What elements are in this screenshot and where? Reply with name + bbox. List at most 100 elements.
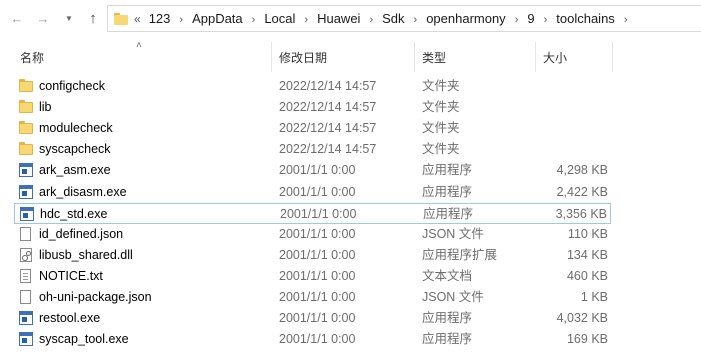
file-name: configcheck: [39, 79, 106, 93]
file-type: 应用程序: [422, 332, 473, 347]
file-row[interactable]: restool.exe 2001/1/1 0:00 应用程序 4,032 KB: [14, 308, 611, 329]
chevron-right-icon[interactable]: ›: [544, 14, 548, 26]
folder-icon: [19, 79, 33, 93]
file-size: 2,422 KB: [556, 184, 608, 199]
file-row[interactable]: id_defined.json 2001/1/1 0:00 JSON 文件 110 K…: [14, 224, 611, 245]
document-icon: [20, 226, 31, 241]
file-row[interactable]: lib 2022/12/14 14:57 文件夹: [14, 97, 611, 118]
breadcrumb-item[interactable]: Local: [264, 11, 295, 26]
file-name: lib: [39, 100, 52, 115]
file-size: 169 KB: [566, 332, 608, 347]
file-date: 2001/1/1 0:00: [279, 226, 356, 241]
column-header-size[interactable]: 大小: [543, 49, 567, 66]
arrow-left-icon[interactable]: ←: [8, 10, 26, 28]
file-type: 文件夹: [422, 142, 460, 157]
file-date: 2001/1/1 0:00: [279, 184, 356, 199]
file-name: id_defined.json: [39, 226, 124, 241]
file-name: syscap_tool.exe: [39, 332, 129, 347]
folder-icon: [19, 121, 33, 135]
file-name: libusb_shared.dll: [39, 247, 133, 262]
file-date: 2001/1/1 0:00: [279, 268, 356, 283]
file-size: 4,298 KB: [556, 163, 608, 178]
file-name: oh-uni-package.json: [39, 290, 152, 304]
text-file-icon: [20, 268, 31, 283]
file-size: 134 KB: [566, 247, 608, 262]
folder-icon: [19, 100, 33, 114]
column-header-type[interactable]: 类型: [422, 49, 446, 66]
chevron-right-icon[interactable]: ›: [369, 14, 373, 26]
file-date: 2001/1/1 0:00: [279, 290, 356, 304]
file-size: 110 KB: [567, 226, 608, 241]
breadcrumb-item[interactable]: 9: [527, 11, 534, 26]
file-type: 文件夹: [422, 121, 460, 136]
column-divider[interactable]: [414, 42, 415, 72]
file-date: 2022/12/14 14:57: [279, 79, 377, 93]
column-divider[interactable]: [535, 42, 536, 72]
file-row[interactable]: ark_asm.exe 2001/1/1 0:00 应用程序 4,298 KB: [14, 160, 611, 181]
file-size: 1 KB: [580, 290, 608, 304]
file-size: 460 KB: [566, 268, 608, 283]
breadcrumb-item[interactable]: Sdk: [382, 11, 404, 26]
arrow-up-icon[interactable]: ↑: [84, 10, 102, 28]
chevron-right-icon[interactable]: ›: [252, 14, 256, 26]
breadcrumb-item[interactable]: 123: [149, 11, 171, 26]
file-type: 文件夹: [422, 79, 460, 93]
file-name: restool.exe: [39, 311, 101, 326]
chevron-down-icon[interactable]: ▼: [60, 10, 78, 28]
file-type: 应用程序: [422, 184, 473, 199]
file-date: 2001/1/1 0:00: [279, 311, 356, 326]
file-type: 应用程序扩展: [422, 247, 498, 262]
file-date: 2001/1/1 0:00: [280, 206, 357, 221]
file-type: 应用程序: [422, 311, 473, 326]
file-row[interactable]: configcheck 2022/12/14 14:57 文件夹: [14, 76, 611, 97]
file-type: 应用程序: [422, 163, 473, 178]
file-size: 3,356 KB: [555, 206, 607, 221]
breadcrumb-item[interactable]: Huawei: [317, 11, 360, 26]
file-type: 文件夹: [422, 100, 460, 115]
breadcrumb-item[interactable]: AppData: [192, 11, 243, 26]
file-name: hdc_std.exe: [40, 206, 108, 221]
navigation-bar: ← → ▼ ↑ « 123 › AppData › Local › Huawei › Sdk › o…: [0, 0, 701, 38]
breadcrumb-overflow[interactable]: «: [134, 12, 141, 26]
column-header-date[interactable]: 修改日期: [279, 49, 327, 66]
chevron-right-icon[interactable]: ›: [624, 14, 628, 26]
file-type: 应用程序: [423, 206, 474, 221]
exe-icon: [19, 311, 33, 326]
file-row[interactable]: ark_disasm.exe 2001/1/1 0:00 应用程序 2,422 KB: [14, 182, 611, 203]
file-type: JSON 文件: [422, 290, 484, 304]
file-name: ark_asm.exe: [39, 163, 111, 178]
file-name: ark_disasm.exe: [39, 184, 127, 199]
breadcrumb-item[interactable]: openharmony: [426, 11, 506, 26]
folder-icon: [114, 12, 128, 25]
sort-up-icon: ˄: [136, 40, 142, 51]
file-row[interactable]: NOTICE.txt 2001/1/1 0:00 文本文档 460 KB: [14, 266, 611, 287]
breadcrumb: 123 › AppData › Local › Huawei › Sdk › openharmony…: [149, 11, 637, 26]
exe-icon: [19, 163, 33, 178]
file-row[interactable]: libusb_shared.dll 2001/1/1 0:00 应用程序扩展 134 …: [14, 245, 611, 266]
chevron-right-icon[interactable]: ›: [515, 14, 519, 26]
file-date: 2022/12/14 14:57: [279, 100, 377, 115]
file-name: NOTICE.txt: [39, 268, 103, 283]
document-icon: [20, 290, 31, 304]
file-row[interactable]: syscapcheck 2022/12/14 14:57 文件夹: [14, 139, 611, 160]
column-divider[interactable]: [271, 42, 272, 72]
file-row[interactable]: modulecheck 2022/12/14 14:57 文件夹: [14, 118, 611, 139]
chevron-right-icon[interactable]: ›: [179, 14, 183, 26]
column-header-name[interactable]: 名称: [20, 49, 44, 66]
file-row[interactable]: syscap_tool.exe 2001/1/1 0:00 应用程序 169 KB: [14, 329, 611, 350]
file-row[interactable]: hdc_std.exe 2001/1/1 0:00 应用程序 3,356 KB: [14, 202, 611, 224]
address-bar[interactable]: « 123 › AppData › Local › Huawei › Sdk › openharmo…: [107, 5, 701, 32]
file-row[interactable]: oh-uni-package.json 2001/1/1 0:00 JSON 文件 1…: [14, 287, 611, 308]
file-date: 2001/1/1 0:00: [279, 247, 356, 262]
breadcrumb-item[interactable]: toolchains: [556, 11, 615, 26]
column-divider[interactable]: [612, 42, 613, 72]
chevron-right-icon[interactable]: ›: [304, 14, 308, 26]
file-date: 2001/1/1 0:00: [279, 163, 356, 178]
chevron-right-icon[interactable]: ›: [414, 14, 418, 26]
arrow-right-icon[interactable]: →: [34, 10, 52, 28]
exe-icon: [20, 206, 34, 221]
exe-icon: [19, 184, 33, 199]
file-size: 4,032 KB: [556, 311, 608, 326]
file-date: 2022/12/14 14:57: [279, 142, 377, 157]
file-name: syscapcheck: [39, 142, 111, 157]
